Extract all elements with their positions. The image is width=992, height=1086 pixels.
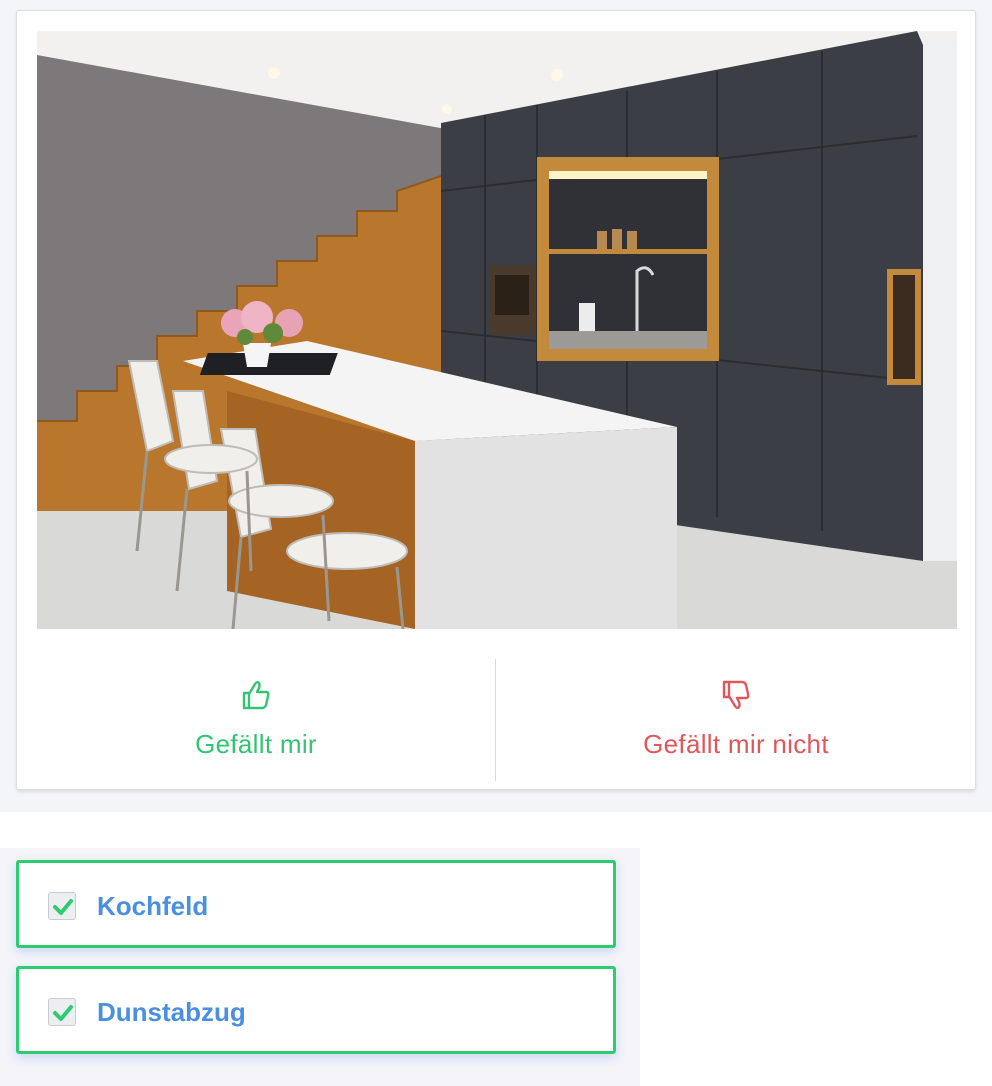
vote-divider [495,659,496,781]
rating-card: Gefällt mir Gefällt mir nicht [16,10,976,790]
option-dunstabzug[interactable]: Dunstabzug [16,966,616,1054]
option-label: Dunstabzug [97,997,246,1027]
vote-row: Gefällt mir Gefällt mir nicht [17,629,975,789]
thumbs-up-icon [242,681,270,710]
like-label: Gefällt mir [195,729,317,759]
checkbox-kochfeld[interactable] [48,892,76,920]
dislike-label: Gefällt mir nicht [643,729,829,759]
option-label: Kochfeld [97,891,209,921]
checkmark-icon [53,1005,73,1021]
checkbox-dunstabzug[interactable] [48,998,76,1026]
dislike-button[interactable]: Gefällt mir nicht [497,629,975,789]
kitchen-photo [37,31,957,629]
checkmark-icon [53,899,73,915]
option-kochfeld[interactable]: Kochfeld [16,860,616,948]
thumbs-down-icon [722,680,750,709]
like-button[interactable]: Gefällt mir [17,629,495,789]
